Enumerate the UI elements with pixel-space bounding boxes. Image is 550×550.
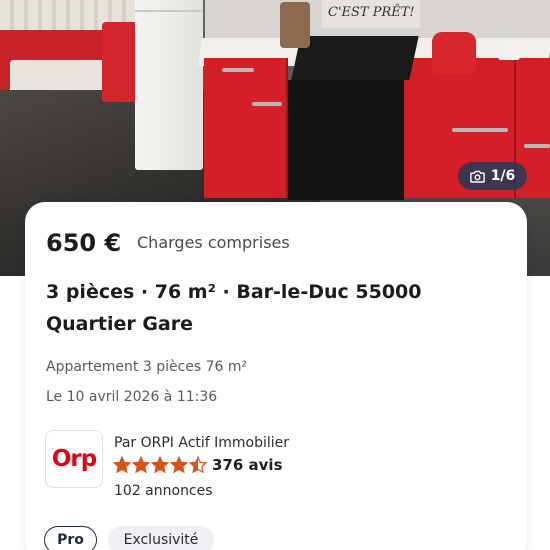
photo-cabinet-handle: [452, 128, 508, 132]
star-half-icon: [189, 456, 207, 474]
listing-date: Le 10 avril 2026 à 11:36: [46, 389, 218, 405]
photo-cabinet-handle: [252, 102, 282, 106]
agency-logo-text: Orp: [51, 446, 97, 472]
photo-paper-bag: [280, 2, 310, 48]
photo-kettle: [432, 32, 476, 74]
listing-title: 3 pièces · 76 m² · Bar-le-Duc 55000 Quar…: [46, 276, 506, 340]
agency-name[interactable]: Par ORPI Actif Immobilier: [114, 435, 289, 451]
photo-oven: [288, 80, 404, 200]
listing-card[interactable]: 650 € Charges comprises 3 pièces · 76 m²…: [25, 202, 527, 550]
star-full-icon: [151, 456, 169, 474]
agency-reviews: 376 avis: [212, 456, 283, 474]
pro-badge: Pro: [44, 526, 97, 550]
photo-hob: [291, 36, 419, 80]
photo-cabinet-handle: [222, 68, 254, 72]
listing-title-line1: 3 pièces · 76 m² · Bar-le-Duc 55000: [46, 281, 422, 303]
listing-title-line2: Quartier Gare: [46, 313, 194, 335]
star-full-icon: [170, 456, 188, 474]
rating-stars: [113, 456, 207, 474]
star-full-icon: [113, 456, 131, 474]
agency-logo[interactable]: Orp: [45, 430, 103, 488]
camera-icon: [469, 170, 485, 183]
photo-outlet: [498, 40, 520, 60]
star-full-icon: [132, 456, 150, 474]
listing-price: 650 €: [46, 229, 122, 257]
agency-listings-count: 102 annonces: [114, 483, 213, 499]
photo-sign: C'EST PRÊT!: [322, 0, 420, 28]
exclusive-badge: Exclusivité: [108, 526, 214, 550]
photo-cabinet-handle: [524, 144, 550, 148]
photo-fridge-door-line: [135, 10, 203, 12]
agency-rating: 376 avis: [113, 456, 283, 474]
photo-counter-badge[interactable]: 1/6: [458, 162, 527, 190]
photo-fridge: [135, 0, 203, 170]
photo-bin: [102, 22, 138, 102]
listing-property-type: Appartement 3 pièces 76 m²: [46, 359, 248, 375]
photo-cabinet: [204, 58, 288, 198]
photo-counter-text: 1/6: [490, 168, 516, 184]
listing-charges: Charges comprises: [137, 233, 290, 252]
